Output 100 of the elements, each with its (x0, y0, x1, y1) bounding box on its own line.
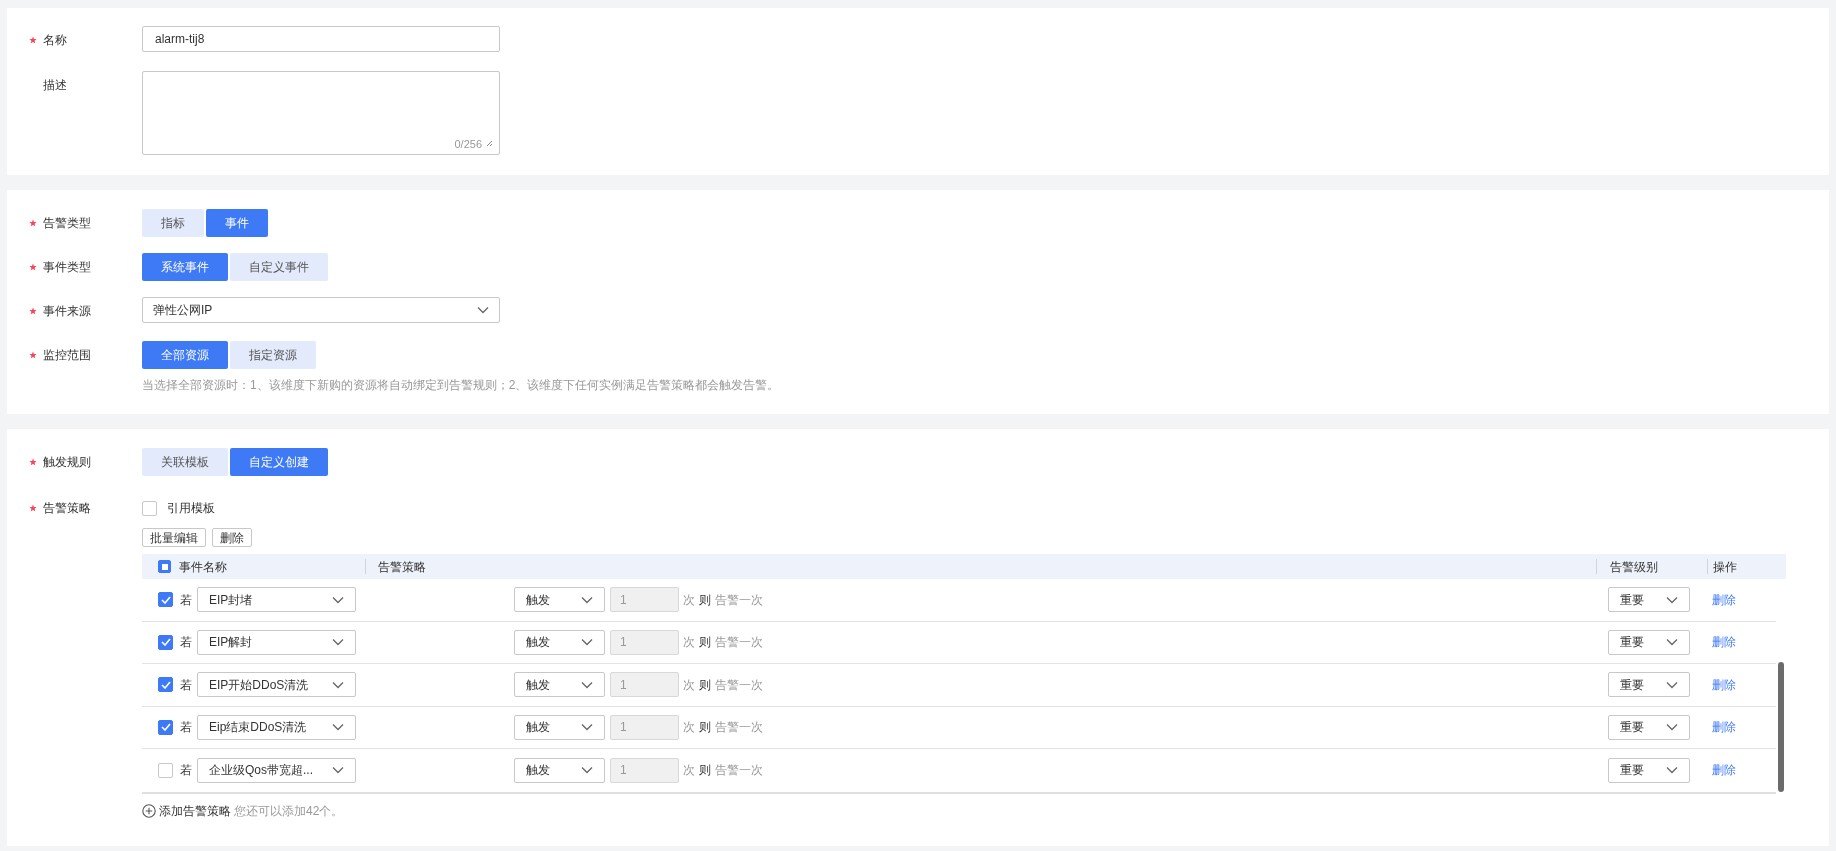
select-value: 触发 (526, 762, 550, 780)
chevron-down-icon (332, 680, 344, 689)
segment-tab[interactable]: 指标 (142, 209, 204, 237)
segment-tab[interactable]: 自定义创建 (230, 448, 328, 476)
column-header: 操作 (1713, 558, 1737, 576)
checkbox[interactable] (158, 677, 173, 693)
row-prefix: 若 (180, 634, 192, 652)
select-value: 重要 (1620, 762, 1644, 780)
remaining-note: 您还可以添加42个。 (234, 802, 344, 820)
then-text: 则 (699, 591, 711, 609)
select-value: 触发 (526, 591, 550, 609)
field-label: 告警类型 (43, 215, 91, 232)
hint-text: 当选择全部资源时：1、该维度下新购的资源将自动绑定到告警规则；2、该维度下任何实例满足告警策略都会触发告警。 (142, 377, 780, 394)
trigger-select[interactable]: 触发 (514, 672, 605, 698)
select-value: 重要 (1620, 676, 1644, 694)
segment-tab[interactable]: 自定义事件 (230, 253, 328, 281)
segment-tab[interactable]: 关联模板 (142, 448, 228, 476)
action-text: 告警一次 (715, 591, 763, 609)
field-label: 描述 (43, 77, 67, 94)
event-select[interactable]: EIP解封 (197, 629, 356, 655)
unit-text: 次 (683, 762, 695, 780)
field-label: 名称 (43, 32, 67, 49)
select-value: 重要 (1620, 591, 1644, 609)
chevron-down-icon (581, 766, 593, 775)
trigger-select[interactable]: 触发 (514, 757, 605, 783)
toolbar-button[interactable]: 删除 (212, 528, 252, 547)
field-label: 触发规则 (43, 454, 91, 471)
then-text: 则 (699, 634, 711, 652)
row-prefix: 若 (180, 719, 192, 737)
column-header: 事件名称 (179, 558, 227, 576)
checkbox[interactable] (158, 592, 173, 608)
level-select[interactable]: 重要 (1608, 629, 1690, 655)
segment-tab[interactable]: 指定资源 (230, 341, 316, 369)
level-select[interactable]: 重要 (1608, 714, 1690, 740)
checkbox[interactable] (158, 719, 173, 735)
trigger-select[interactable]: 触发 (514, 587, 605, 613)
name-input[interactable]: alarm-tij8 (142, 26, 500, 52)
chevron-down-icon (1666, 595, 1678, 604)
field-label: 事件类型 (43, 259, 91, 276)
select-value: 触发 (526, 719, 550, 737)
field-label: 告警策略 (43, 500, 91, 517)
chevron-down-icon (1666, 638, 1678, 647)
select-value: 触发 (526, 676, 550, 694)
action-text: 告警一次 (715, 719, 763, 737)
segment-tab[interactable]: 全部资源 (142, 341, 228, 369)
event-source-select[interactable]: 弹性公网IP (142, 297, 500, 323)
add-policy-link[interactable]: 添加告警策略 (142, 801, 231, 820)
event-select[interactable]: EIP封堵 (197, 587, 356, 613)
level-select[interactable]: 重要 (1608, 757, 1690, 783)
segment-tab[interactable]: 系统事件 (142, 253, 228, 281)
unit-text: 次 (683, 591, 695, 609)
select-value: EIP封堵 (209, 591, 253, 609)
row-prefix: 若 (180, 762, 192, 780)
trigger-select[interactable]: 触发 (514, 629, 605, 655)
delete-link[interactable]: 删除 (1712, 763, 1736, 778)
unit-text: 次 (683, 634, 695, 652)
unit-text: 次 (683, 719, 695, 737)
select-value: 重要 (1620, 634, 1644, 652)
segment-tab[interactable]: 事件 (206, 209, 268, 237)
delete-link[interactable]: 删除 (1712, 677, 1736, 692)
checkbox[interactable] (158, 634, 173, 650)
chevron-down-icon (1666, 766, 1678, 775)
toolbar-button[interactable]: 批量编辑 (142, 528, 206, 547)
checkbox[interactable] (158, 762, 173, 778)
delete-link[interactable]: 删除 (1712, 720, 1736, 735)
level-select[interactable]: 重要 (1608, 587, 1690, 613)
row-prefix: 若 (180, 591, 192, 609)
level-select[interactable]: 重要 (1608, 672, 1690, 698)
event-select[interactable]: Eip结束DDoS清洗 (197, 714, 356, 740)
chevron-down-icon (581, 680, 593, 689)
delete-link[interactable]: 删除 (1712, 592, 1736, 607)
field-label: 事件来源 (43, 303, 91, 320)
checkbox[interactable] (142, 500, 157, 516)
action-text: 告警一次 (715, 634, 763, 652)
column-header: 告警策略 (378, 558, 426, 576)
resize-handle-icon[interactable] (486, 140, 493, 148)
select-value: 重要 (1620, 719, 1644, 737)
chevron-down-icon (581, 595, 593, 604)
select-value: 触发 (526, 634, 550, 652)
chevron-down-icon (332, 595, 344, 604)
select-value: 弹性公网IP (153, 302, 213, 319)
select-value: 企业级Qos带宽超... (209, 762, 313, 780)
chevron-down-icon (477, 306, 489, 314)
delete-link[interactable]: 删除 (1712, 635, 1736, 650)
unit-text: 次 (683, 676, 695, 694)
event-select[interactable]: 企业级Qos带宽超... (197, 757, 356, 783)
select-value: EIP开始DDoS清洗 (209, 676, 309, 694)
checkbox[interactable] (158, 560, 171, 573)
event-select[interactable]: EIP开始DDoS清洗 (197, 672, 356, 698)
row-prefix: 若 (180, 676, 192, 694)
chevron-down-icon (332, 638, 344, 647)
action-text: 告警一次 (715, 676, 763, 694)
then-text: 则 (699, 719, 711, 737)
then-text: 则 (699, 676, 711, 694)
trigger-select[interactable]: 触发 (514, 714, 605, 740)
chevron-down-icon (581, 638, 593, 647)
scrollbar[interactable] (1778, 661, 1784, 792)
then-text: 则 (699, 762, 711, 780)
chevron-down-icon (332, 723, 344, 732)
select-value: EIP解封 (209, 634, 253, 652)
